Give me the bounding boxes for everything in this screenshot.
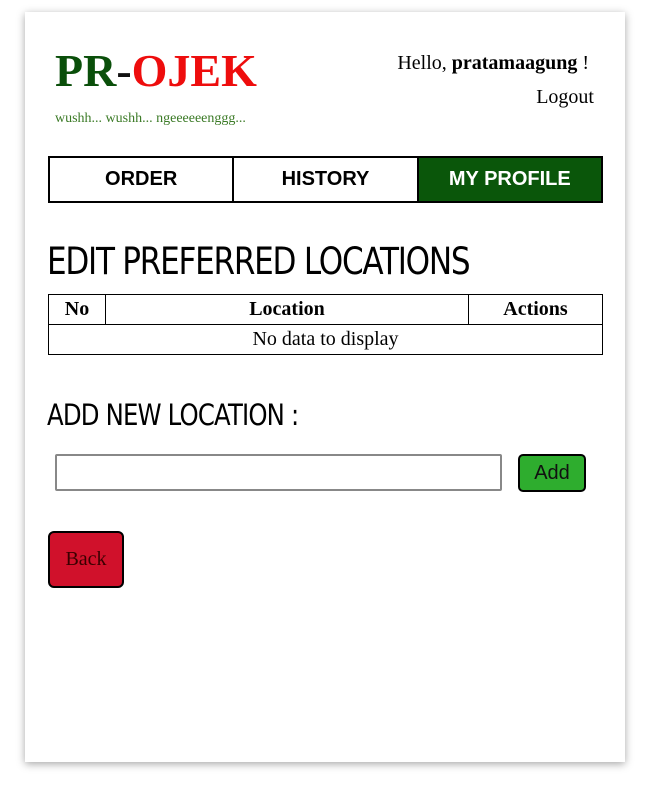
- app-logo: PR-OJEK: [55, 48, 257, 94]
- page-title: EDIT PREFERRED LOCATIONS: [47, 240, 471, 283]
- greeting-text: Hello,: [397, 52, 447, 74]
- column-header-actions: Actions: [468, 294, 603, 325]
- add-button[interactable]: Add: [518, 454, 586, 492]
- column-header-no: No: [48, 294, 106, 325]
- user-greeting: Hello, pratamaagung !: [397, 52, 589, 75]
- tagline: wushh... wushh... ngeeeeeenggg...: [55, 111, 246, 126]
- table-row: No data to display: [48, 324, 603, 355]
- logout-link[interactable]: Logout: [536, 86, 594, 109]
- username: pratamaagung: [451, 52, 578, 74]
- greeting-suffix: !: [577, 52, 589, 74]
- tab-order[interactable]: ORDER: [50, 158, 235, 201]
- locations-table: No Location Actions No data to display: [48, 294, 603, 355]
- tab-history[interactable]: HISTORY: [234, 158, 419, 201]
- empty-table-message: No data to display: [48, 324, 603, 355]
- add-location-heading: ADD NEW LOCATION :: [47, 398, 299, 432]
- new-location-input[interactable]: [55, 454, 502, 491]
- main-nav: ORDER HISTORY MY PROFILE: [48, 156, 603, 203]
- back-button[interactable]: Back: [48, 531, 124, 588]
- logo-part-ojek: OJEK: [131, 45, 257, 96]
- tab-my-profile[interactable]: MY PROFILE: [418, 158, 601, 201]
- logo-part-pr: PR: [55, 45, 117, 96]
- column-header-location: Location: [105, 294, 469, 325]
- main-card: PR-OJEK wushh... wushh... ngeeeeeenggg..…: [25, 12, 625, 762]
- logo-separator: -: [116, 45, 132, 96]
- table-header-row: No Location Actions: [48, 294, 603, 325]
